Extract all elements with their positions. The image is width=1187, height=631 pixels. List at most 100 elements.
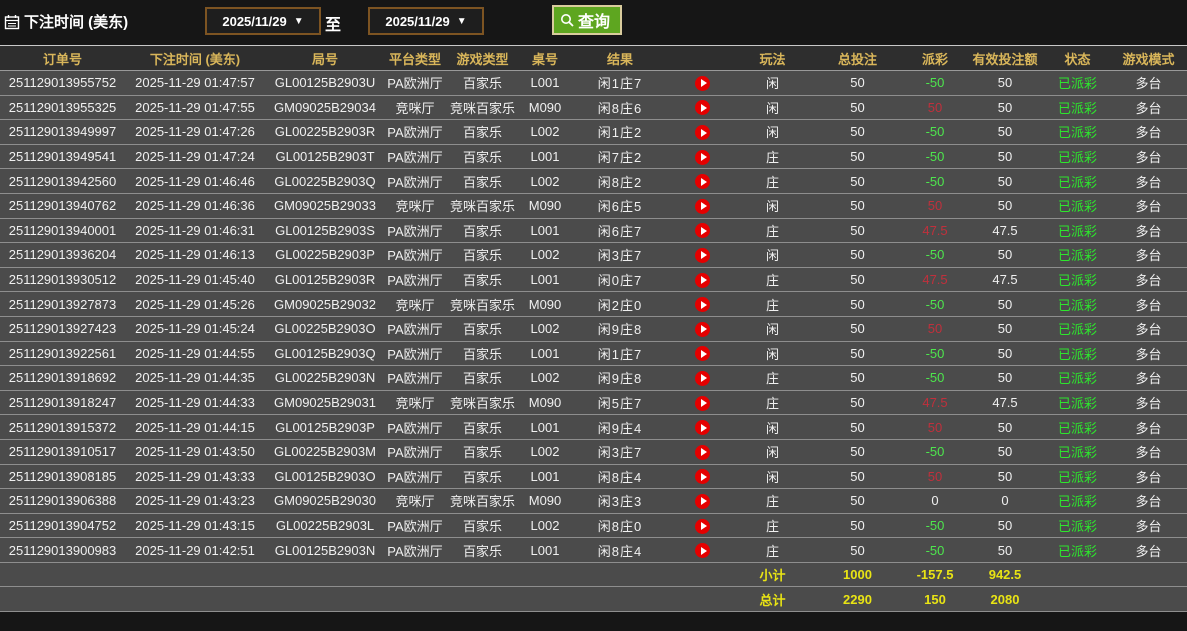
side-cell: 闲 bbox=[735, 464, 810, 490]
table-row: 251129013940001 2025-11-29 01:46:31 GL0012… bbox=[0, 218, 1187, 244]
play-cell bbox=[670, 193, 735, 219]
play-video-icon[interactable] bbox=[695, 370, 710, 386]
play-video-icon[interactable] bbox=[695, 444, 710, 460]
mode-cell: 多台 bbox=[1110, 537, 1187, 563]
table-row: 251129013949997 2025-11-29 01:47:26 GL0022… bbox=[0, 119, 1187, 145]
mode-cell: 多台 bbox=[1110, 316, 1187, 342]
play-cell bbox=[670, 218, 735, 244]
time-cell: 2025-11-29 01:46:46 bbox=[125, 168, 265, 194]
time-cell: 2025-11-29 01:47:55 bbox=[125, 95, 265, 121]
play-video-icon[interactable] bbox=[695, 395, 710, 411]
play-video-icon[interactable] bbox=[695, 247, 710, 263]
side-cell: 庄 bbox=[735, 390, 810, 416]
empty-cell bbox=[1045, 562, 1110, 588]
play-cell bbox=[670, 168, 735, 194]
time-cell: 2025-11-29 01:43:33 bbox=[125, 464, 265, 490]
play-cell bbox=[670, 267, 735, 293]
result-cell: 闲6庄7 bbox=[570, 218, 670, 244]
total-bet-cell: 50 bbox=[810, 365, 905, 391]
game-cell: 百家乐 bbox=[445, 70, 520, 96]
play-cell bbox=[670, 414, 735, 440]
valid-bet-cell: 47.5 bbox=[965, 267, 1045, 293]
round-cell: GL00225B2903Q bbox=[265, 168, 385, 194]
payout-cell: 50 bbox=[905, 193, 965, 219]
table-no-cell: L001 bbox=[520, 267, 570, 293]
payout-cell: -50 bbox=[905, 242, 965, 268]
mode-cell: 多台 bbox=[1110, 488, 1187, 514]
game-cell: 百家乐 bbox=[445, 316, 520, 342]
round-cell: GL00225B2903R bbox=[265, 119, 385, 145]
order-cell: 251129013949997 bbox=[0, 119, 125, 145]
order-cell: 251129013918692 bbox=[0, 365, 125, 391]
order-cell: 251129013908185 bbox=[0, 464, 125, 490]
total-bet-cell: 50 bbox=[810, 341, 905, 367]
table-no-cell: L002 bbox=[520, 439, 570, 465]
date-to-select[interactable]: 2025/11/29 ▼ bbox=[368, 7, 484, 35]
valid-bet-cell: 50 bbox=[965, 414, 1045, 440]
order-cell: 251129013955325 bbox=[0, 95, 125, 121]
query-button[interactable]: 查询 bbox=[552, 5, 623, 35]
status-cell: 已派彩 bbox=[1045, 70, 1110, 96]
table-row: 251129013927423 2025-11-29 01:45:24 GL0022… bbox=[0, 316, 1187, 342]
play-video-icon[interactable] bbox=[695, 272, 710, 288]
payout-cell: -50 bbox=[905, 168, 965, 194]
empty-cell bbox=[520, 586, 570, 613]
mode-cell: 多台 bbox=[1110, 242, 1187, 268]
status-cell: 已派彩 bbox=[1045, 513, 1110, 539]
time-cell: 2025-11-29 01:46:13 bbox=[125, 242, 265, 268]
play-video-icon[interactable] bbox=[695, 198, 710, 214]
mode-cell: 多台 bbox=[1110, 70, 1187, 96]
mode-cell: 多台 bbox=[1110, 119, 1187, 145]
empty-cell bbox=[670, 562, 735, 588]
play-cell bbox=[670, 242, 735, 268]
platform-cell: PA欧洲厅 bbox=[385, 144, 445, 170]
play-video-icon[interactable] bbox=[695, 100, 710, 116]
round-cell: GM09025B29030 bbox=[265, 488, 385, 514]
play-video-icon[interactable] bbox=[695, 297, 710, 313]
table-row: 251129013927873 2025-11-29 01:45:26 GM0902… bbox=[0, 291, 1187, 317]
play-video-icon[interactable] bbox=[695, 543, 710, 559]
platform-cell: PA欧洲厅 bbox=[385, 70, 445, 96]
empty-cell bbox=[265, 586, 385, 613]
subtotal-row-label: 小计 bbox=[735, 562, 810, 588]
empty-cell bbox=[570, 562, 670, 588]
table-header-row: 订单号 下注时间 (美东) 局号 平台类型 游戏类型 桌号 结果 玩法 总投注 派彩 有效投注额 状态… bbox=[0, 45, 1187, 71]
play-cell bbox=[670, 390, 735, 416]
play-video-icon[interactable] bbox=[695, 75, 710, 91]
play-video-icon[interactable] bbox=[695, 149, 710, 165]
play-video-icon[interactable] bbox=[695, 223, 710, 239]
play-video-icon[interactable] bbox=[695, 321, 710, 337]
payout-cell: 47.5 bbox=[905, 390, 965, 416]
play-video-icon[interactable] bbox=[695, 174, 710, 190]
play-video-icon[interactable] bbox=[695, 469, 710, 485]
empty-cell bbox=[265, 562, 385, 588]
table-no-cell: L002 bbox=[520, 119, 570, 145]
chevron-down-icon: ▼ bbox=[293, 15, 304, 27]
side-cell: 闲 bbox=[735, 316, 810, 342]
payout-cell: 47.5 bbox=[905, 267, 965, 293]
play-video-icon[interactable] bbox=[695, 346, 710, 362]
round-cell: GM09025B29033 bbox=[265, 193, 385, 219]
round-cell: GL00125B2903N bbox=[265, 537, 385, 563]
table-row: 251129013922561 2025-11-29 01:44:55 GL0012… bbox=[0, 341, 1187, 367]
play-video-icon[interactable] bbox=[695, 420, 710, 436]
game-cell: 竞咪百家乐 bbox=[445, 193, 520, 219]
valid-bet-cell: 0 bbox=[965, 488, 1045, 514]
time-cell: 2025-11-29 01:45:40 bbox=[125, 267, 265, 293]
result-cell: 闲1庄7 bbox=[570, 341, 670, 367]
platform-cell: PA欧洲厅 bbox=[385, 414, 445, 440]
play-video-icon[interactable] bbox=[695, 125, 710, 141]
order-cell: 251129013955752 bbox=[0, 70, 125, 96]
empty-cell bbox=[570, 586, 670, 613]
play-video-icon[interactable] bbox=[695, 493, 710, 509]
date-from-select[interactable]: 2025/11/29 ▼ bbox=[205, 7, 321, 35]
status-cell: 已派彩 bbox=[1045, 439, 1110, 465]
payout-cell: -50 bbox=[905, 70, 965, 96]
result-cell: 闲2庄0 bbox=[570, 291, 670, 317]
platform-cell: PA欧洲厅 bbox=[385, 267, 445, 293]
order-cell: 251129013910517 bbox=[0, 439, 125, 465]
order-cell: 251129013942560 bbox=[0, 168, 125, 194]
payout-cell: -50 bbox=[905, 537, 965, 563]
round-cell: GM09025B29031 bbox=[265, 390, 385, 416]
play-video-icon[interactable] bbox=[695, 518, 710, 534]
